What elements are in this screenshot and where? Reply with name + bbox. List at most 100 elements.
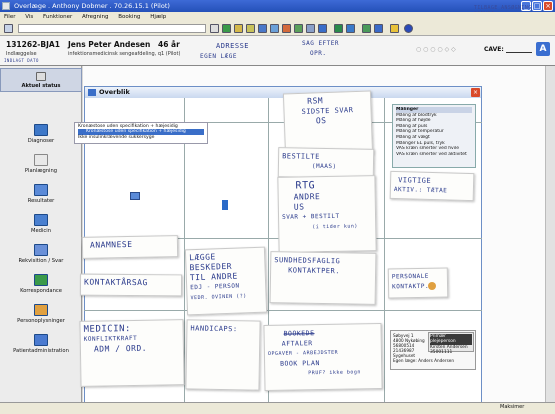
tool-phone-icon[interactable] xyxy=(362,24,371,33)
note-address: ADRESSE xyxy=(216,42,250,50)
note-text: VEDR. OVINEN (?) xyxy=(190,293,247,302)
note-opr: OPR. xyxy=(310,50,327,57)
toolbar xyxy=(0,22,555,36)
card-line: Egen læge: Anders Andersen xyxy=(393,358,454,363)
note-handicaps: HANDICAPS: xyxy=(185,319,261,391)
patient-age: 46 år xyxy=(158,40,180,49)
dropdown-icon[interactable] xyxy=(210,24,219,33)
help-icon[interactable] xyxy=(404,24,413,33)
note-text: KONTAKTP. xyxy=(392,282,430,291)
sidebar-item-admin[interactable]: Patientadministration xyxy=(0,334,82,354)
sidebar-item-person[interactable]: Personoplysninger xyxy=(0,304,82,324)
status-bar xyxy=(0,402,555,414)
tool-green-icon[interactable] xyxy=(222,24,231,33)
menu-functions[interactable]: Funktioner xyxy=(43,14,72,20)
note-text: OS xyxy=(315,116,327,126)
divider xyxy=(384,98,385,404)
tool-mail-icon[interactable] xyxy=(346,24,355,33)
menu-view[interactable]: Vis xyxy=(25,14,33,20)
person-icon xyxy=(34,304,48,316)
pin-icon[interactable] xyxy=(222,200,228,210)
menu-file[interactable]: Filer xyxy=(4,14,15,20)
sidebar-item-medicine[interactable]: Medicin xyxy=(0,214,82,234)
menu-help[interactable]: Hjælp xyxy=(150,14,166,20)
status-icon xyxy=(36,72,46,81)
diagnosis-item[interactable]: Ikke insulinkrævende sukkersyge xyxy=(78,135,204,140)
note-laegge: LÆGGE BESKEDER TIL ANDRE EDJ - PERSON VE… xyxy=(184,246,268,316)
note-vigtige: VIGTIGE AKTIV.: TÆTAE xyxy=(389,170,475,202)
home-icon[interactable] xyxy=(4,24,13,33)
note-text: ADM / ORD. xyxy=(93,343,148,354)
command-input[interactable] xyxy=(18,24,206,33)
overview-close-button[interactable]: × xyxy=(471,88,480,97)
sidebar-item-label: Rekvisition / Svar xyxy=(18,258,64,264)
sidebar-item-requisition[interactable]: Rekvisition / Svar xyxy=(0,244,82,264)
list-item[interactable]: VAS kræn smerter ved aktivitet xyxy=(396,152,472,158)
sidebar-item-label: Aktuel status xyxy=(21,83,61,89)
sidebar-item-diagnoses[interactable]: Diagnoser xyxy=(0,124,82,144)
card-line: Primær plejeperson xyxy=(430,334,472,345)
sidebar-item-label: Korrespondance xyxy=(20,288,62,294)
note-rtg: RTG ANDRE US SVAR + BESTILT (i tider kun… xyxy=(277,175,377,253)
tool-notes-icon[interactable] xyxy=(246,24,255,33)
divider xyxy=(84,310,482,311)
note-text: KONTAKTÅRSAG xyxy=(83,277,148,288)
results-icon xyxy=(34,184,48,196)
clinic-name: infektionsmedicinsk sengeafdeling, q1 (P… xyxy=(68,51,181,57)
tool-alert-icon[interactable] xyxy=(282,24,291,33)
patient-name: Jens Peter Andesen xyxy=(68,40,151,49)
tool-calendar-icon[interactable] xyxy=(318,24,327,33)
sidebar-item-label: Resultater xyxy=(27,198,55,204)
sidebar-item-label: Planlægning xyxy=(24,168,58,174)
note-text: (MAAS) xyxy=(311,162,337,171)
maximize-status[interactable]: Maksimer xyxy=(500,404,524,410)
admission-label: Indlæggelse xyxy=(6,51,37,57)
sidebar-item-label: Medicin xyxy=(31,228,51,234)
tool-folder-icon[interactable] xyxy=(390,24,399,33)
cave-button[interactable]: A xyxy=(536,42,550,56)
note-sundhed: SUNDHEDSFAGLIG KONTAKTPER. xyxy=(269,251,377,305)
tool-journal-icon[interactable] xyxy=(234,24,243,33)
status-icons: ○ ○ ○ ○ ◇ ◇ xyxy=(416,46,456,53)
person-icon[interactable] xyxy=(428,282,436,290)
tool-chart-icon[interactable] xyxy=(294,24,303,33)
measurement-list: Målinger Måling af blodtryk Måling af hø… xyxy=(392,104,476,168)
medicine-icon xyxy=(34,214,48,226)
note-text: HANDICAPS: xyxy=(190,324,238,334)
overview-icon xyxy=(88,89,96,96)
sidebar-item-current-status[interactable]: Aktuel status xyxy=(0,68,82,92)
document-icon[interactable] xyxy=(130,192,140,200)
note-personale: PERSONALE KONTAKTP. xyxy=(387,267,449,299)
note-text: AKTIV.: TÆTAE xyxy=(393,186,448,195)
tool-lab-icon[interactable] xyxy=(258,24,267,33)
sidebar-item-label: Patientadministration xyxy=(13,348,69,354)
menu-billing[interactable]: Afregning xyxy=(82,14,109,20)
diagnosis-list[interactable]: Kronæstose uden specifikation + hæjesidi… xyxy=(74,122,208,144)
tool-image-icon[interactable] xyxy=(270,24,279,33)
menu-booking[interactable]: Booking xyxy=(118,14,140,20)
menu-bar: Filer Vis Funktioner Afregning Booking H… xyxy=(0,12,555,22)
tool-search-icon[interactable] xyxy=(374,24,383,33)
note-medicin: MEDICIN: KONFLIKTKRAFT ADM / ORD. xyxy=(79,319,185,387)
note-gp: EGEN LÆGE xyxy=(200,53,238,60)
sidebar-item-results[interactable]: Resultater xyxy=(0,184,82,204)
admin-icon xyxy=(34,334,48,346)
correspondence-icon xyxy=(34,274,48,286)
planning-icon xyxy=(34,154,48,166)
sidebar-item-label: Diagnoser xyxy=(27,138,55,144)
note-text: KONTAKTPER. xyxy=(288,266,341,276)
cave-field[interactable] xyxy=(506,52,532,53)
tool-list-icon[interactable] xyxy=(306,24,315,33)
vertical-scrollbar[interactable] xyxy=(545,66,555,402)
card-line: 35001111 xyxy=(430,350,453,356)
title-bar: Overlæge . Anthony Dobmer . 70.26.15.1 (… xyxy=(0,0,555,12)
note-kontaktarsag: KONTAKTÅRSAG xyxy=(79,273,183,297)
tool-print-icon[interactable] xyxy=(334,24,343,33)
note-text: (i tider kun) xyxy=(312,223,358,231)
sidebar-item-planning[interactable]: Planlægning xyxy=(0,154,82,174)
note-booked: BOOKEDE AFTALER OPGAVER - ARBEJDSTER BOO… xyxy=(263,322,383,392)
app-icon xyxy=(2,2,10,10)
sidebar-item-correspondence[interactable]: Korrespondance xyxy=(0,274,82,294)
diagnosis-icon xyxy=(34,124,48,136)
window-title: Overlæge . Anthony Dobmer . 70.26.15.1 (… xyxy=(14,2,170,10)
